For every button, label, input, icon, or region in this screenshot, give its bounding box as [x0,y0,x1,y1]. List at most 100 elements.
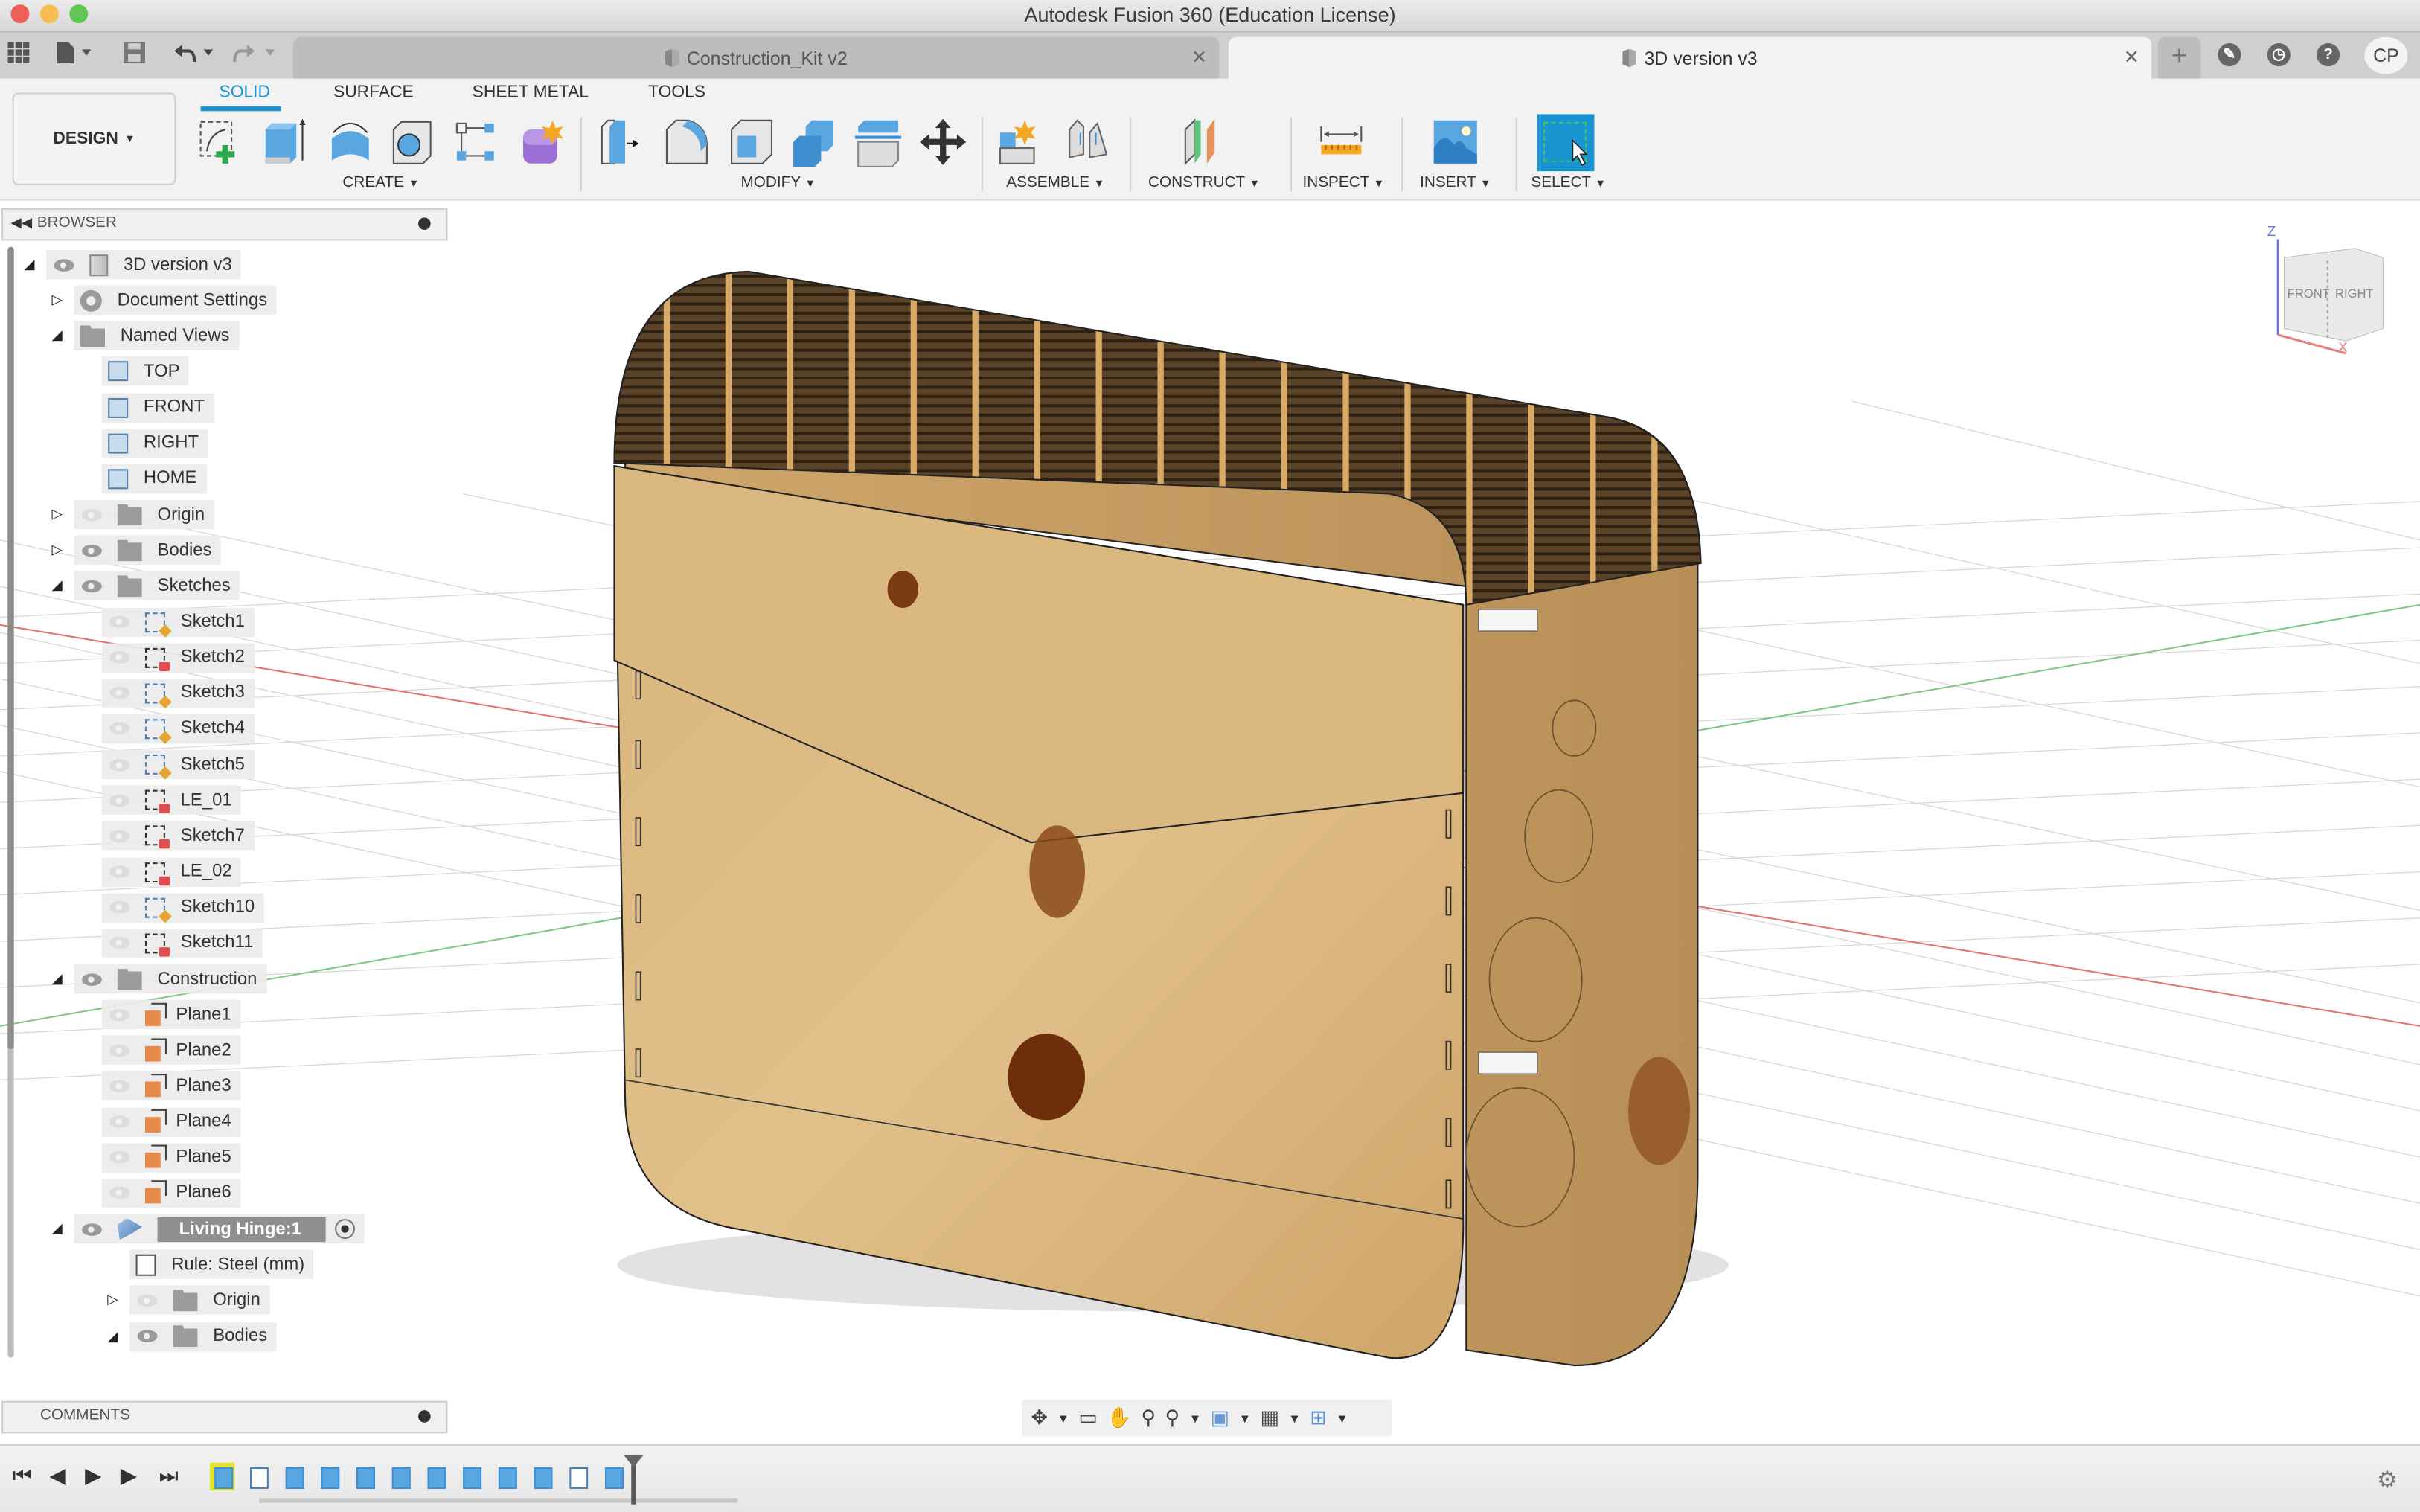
activate-component-radio[interactable] [335,1219,356,1240]
inspect-menu[interactable]: INSPECT ▼ [1302,174,1384,191]
redo-icon[interactable] [231,42,278,68]
hidden-eye-icon[interactable] [108,1185,132,1201]
browser-node-body[interactable]: 3D version v3 [46,249,242,280]
viewcube-front-face[interactable]: FRONT [2288,287,2330,301]
timeline-feature-extrude[interactable] [316,1463,341,1490]
browser-node-body[interactable]: Plane5 [101,1142,241,1173]
timeline-feature-sketch[interactable] [246,1463,270,1490]
hidden-eye-icon[interactable] [108,1042,132,1058]
close-tab-icon[interactable]: ✕ [2124,46,2139,68]
save-icon[interactable] [123,41,145,68]
browser-node-body[interactable]: Construction [74,964,266,994]
apps-grid-icon[interactable] [7,41,30,68]
hidden-eye-icon[interactable] [108,614,132,630]
assemble-menu[interactable]: ASSEMBLE ▼ [1006,174,1104,191]
browser-node-body[interactable]: Sketch4 [101,714,255,744]
browser-node-sketches[interactable]: ◢ Sketches [49,571,240,601]
browser-node-body[interactable]: Plane4 [101,1106,241,1137]
job-status-icon[interactable]: ◷ [2267,43,2291,67]
browser-node-body[interactable]: Sketch5 [101,749,255,780]
browser-node-body[interactable]: Plane3 [101,1071,241,1101]
browser-node-plane1[interactable]: Plane1 [77,999,241,1030]
viewcube-right-face[interactable]: RIGHT [2335,287,2374,301]
browser-node-le-02[interactable]: LE_02 [77,856,242,887]
browser-node-named-views[interactable]: ◢ Named Views [49,321,239,351]
fillet-icon[interactable] [664,118,710,167]
rectangular-pattern-icon[interactable] [454,118,500,167]
construct-menu[interactable]: CONSTRUCT ▼ [1148,174,1260,191]
hidden-eye-icon[interactable] [108,1150,132,1165]
tab-3d-version[interactable]: 3D version v3 ✕ [1228,36,2152,79]
orbit-icon[interactable]: ✥ [1031,1406,1048,1430]
browser-node-sketch7[interactable]: Sketch7 [77,821,255,851]
hidden-eye-icon[interactable] [108,757,132,772]
select-menu[interactable]: SELECT ▼ [1531,174,1605,191]
look-at-icon[interactable]: ▭ [1078,1406,1098,1430]
browser-node-rule-steel-mm[interactable]: Rule: Steel (mm) [105,1249,314,1280]
display-settings-icon[interactable]: ▣ [1211,1406,1230,1430]
ribbon-tab-tools[interactable]: TOOLS [648,83,705,102]
timeline-feature-extrude[interactable] [601,1463,625,1490]
ribbon-tab-solid[interactable]: SOLID [220,83,270,102]
create-form-icon[interactable] [519,118,565,167]
joint-icon[interactable] [1065,118,1111,167]
browser-node-body[interactable]: LE_02 [101,856,242,887]
browser-node-home[interactable]: HOME [77,464,206,494]
browser-node-body[interactable]: Plane1 [101,999,241,1030]
hidden-eye-icon[interactable] [108,935,132,951]
browser-node-right[interactable]: RIGHT [77,428,208,458]
measure-icon[interactable] [1318,118,1364,167]
browser-pin-icon[interactable] [418,217,431,230]
browser-node-construction[interactable]: ◢ Construction [49,964,266,994]
browser-node-body[interactable]: RIGHT [101,428,208,458]
hidden-eye-icon[interactable] [108,721,132,737]
browser-node-plane5[interactable]: Plane5 [77,1142,241,1173]
hidden-eye-icon[interactable] [136,1292,161,1308]
browser-node-body[interactable]: Sketch11 [101,928,263,958]
user-avatar[interactable]: CP [2364,36,2408,74]
scrollbar-thumb[interactable] [7,246,14,1049]
modify-menu[interactable]: MODIFY ▼ [741,174,816,191]
timeline-feature-sketch[interactable] [565,1463,589,1490]
extrude-icon[interactable] [263,118,309,167]
move-copy-icon[interactable] [920,118,967,167]
viewports-icon[interactable]: ⊞ [1310,1406,1327,1430]
collapse-browser-icon[interactable]: ◀◀ [11,214,33,231]
browser-node-body[interactable]: Sketches [74,571,240,601]
browser-node-body[interactable]: Sketch3 [101,678,255,708]
browser-node-body[interactable]: Bodies [74,535,221,566]
timeline-settings-gear-icon[interactable]: ⚙ [2377,1466,2398,1493]
browser-node-sketch10[interactable]: Sketch10 [77,892,264,923]
expanded-triangle-icon[interactable]: ◢ [49,577,65,595]
fit-window-icon[interactable]: ⚲ [1165,1406,1180,1430]
offset-plane-icon[interactable] [1179,118,1226,167]
caret-down-icon[interactable]: ▼ [1189,1411,1201,1425]
timeline-feature-combine[interactable] [529,1463,554,1490]
expanded-triangle-icon[interactable]: ◢ [49,1220,65,1237]
collapsed-triangle-icon[interactable]: ▷ [49,542,65,559]
browser-node-sketch1[interactable]: Sketch1 [77,606,255,637]
timeline-marker[interactable] [631,1458,636,1505]
shell-icon[interactable] [729,118,775,167]
collapsed-triangle-icon[interactable]: ▷ [105,1292,121,1309]
browser-node-body[interactable]: Plane6 [101,1178,241,1208]
timeline-feature-sheet-rule[interactable] [458,1463,483,1490]
help-icon[interactable]: ? [2317,43,2340,67]
expanded-triangle-icon[interactable]: ◢ [22,256,37,273]
file-icon[interactable] [57,41,95,68]
browser-node-sketch4[interactable]: Sketch4 [77,714,255,744]
timeline-feature-surface-feature[interactable] [210,1462,235,1491]
ribbon-tab-sheet-metal[interactable]: SHEET METAL [473,83,589,102]
browser-node-body[interactable]: Document Settings [74,285,277,315]
visibility-eye-icon[interactable] [80,971,105,987]
browser-node-sketch3[interactable]: Sketch3 [77,678,255,708]
hole-icon[interactable] [389,118,435,167]
browser-node-sketch11[interactable]: Sketch11 [77,928,263,958]
browser-node-body[interactable]: Rule: Steel (mm) [129,1249,314,1280]
split-body-icon[interactable] [854,118,902,167]
timeline-feature-combine[interactable] [388,1463,412,1490]
collapsed-triangle-icon[interactable]: ▷ [49,506,65,523]
new-tab-button[interactable]: + [2157,36,2201,79]
step-forward-button[interactable]: ▶ [121,1463,137,1489]
create-menu[interactable]: CREATE ▼ [342,174,419,191]
